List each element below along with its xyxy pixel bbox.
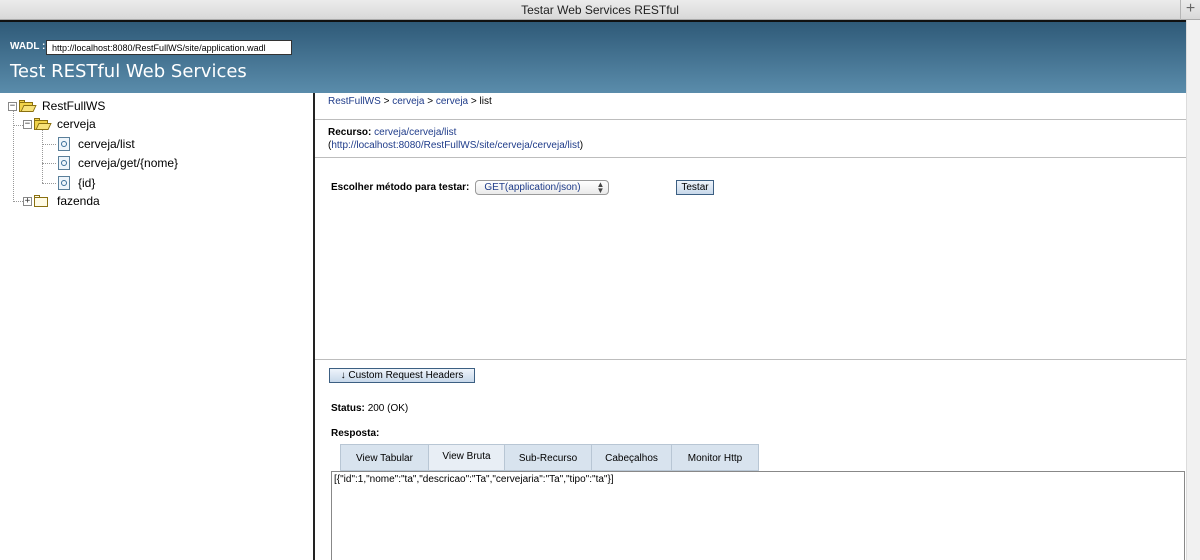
main-pane: RestFullWS > cerveja > cerveja > list Re… [315,93,1186,560]
tree-connector [13,125,23,126]
method-label: Escolher método para testar: [331,182,470,193]
method-row: Escolher método para testar: GET(applica… [331,180,610,195]
test-button[interactable]: Testar [676,180,714,195]
tree-node-label: cerveja [57,117,96,131]
tree-connector [13,201,23,202]
tree-leaf-cerveja-list[interactable]: cerveja/list [58,135,135,153]
tree-node-fazenda[interactable]: + fazenda [23,192,100,210]
breadcrumb-current: list [479,96,492,107]
tab-view-tabular[interactable]: View Tabular [340,444,429,471]
breadcrumb-separator: > [427,96,434,107]
tree-leaf-cerveja-get-nome[interactable]: cerveja/get/{nome} [58,154,178,172]
select-arrows-icon: ▲ ▼ [596,180,605,195]
resource-label: Recurso: [328,127,372,138]
breadcrumb-separator: > [470,96,477,107]
tab-sub-recurso[interactable]: Sub-Recurso [504,444,592,471]
breadcrumb-link-restfullws[interactable]: RestFullWS [328,96,381,107]
open-folder-icon [34,117,52,130]
separator-line [315,359,1186,360]
status-value: 200 (OK) [367,403,409,414]
tree-node-label: RestFullWS [42,99,106,113]
collapse-icon[interactable]: − [8,101,17,111]
resource-info: Recurso: cerveja/cerveja/list (http://lo… [328,126,583,152]
tree-node-label: fazenda [57,194,100,208]
status-label: Status: [331,403,365,414]
separator-line [315,157,1186,158]
tree-connector [42,183,56,184]
tab-cabecalhos[interactable]: Cabeçalhos [591,444,672,471]
resource-document-icon [58,137,70,151]
window-title: Testar Web Services RESTful [521,3,679,17]
tree-connector [42,144,56,145]
wadl-url-input[interactable] [46,40,292,55]
breadcrumb-link-cerveja-2[interactable]: cerveja [436,96,468,107]
app-title: Test RESTful Web Services [10,61,247,82]
resource-document-icon [58,156,70,170]
resource-url-link[interactable]: http://localhost:8080/RestFullWS/site/ce… [331,140,579,151]
method-select[interactable]: GET(application/json) ▲ ▼ [475,180,610,195]
tree-leaf-id[interactable]: {id} [58,174,95,192]
window-titlebar: Testar Web Services RESTful + [0,0,1200,20]
tree-node-restfullws[interactable]: − RestFullWS [8,97,105,115]
tree-connector [42,163,56,164]
status-line: Status: 200 (OK) [331,403,408,414]
response-body-textarea[interactable]: [{"id":1,"nome":"ta","descricao":"Ta","c… [331,471,1185,560]
breadcrumb-link-cerveja[interactable]: cerveja [392,96,424,107]
method-selected-value: GET(application/json) [484,182,581,193]
resource-path-link[interactable]: cerveja/cerveja/list [374,127,456,138]
tree-connector [42,130,43,183]
tree-node-label: {id} [78,176,96,190]
closed-folder-icon [34,194,50,207]
vertical-scrollbar[interactable] [1186,20,1200,560]
tab-monitor-http[interactable]: Monitor Http [671,444,759,471]
expand-icon[interactable]: + [23,196,32,206]
resource-document-icon [58,176,70,190]
response-tabs: View Tabular View Bruta Sub-Recurso Cabe… [340,444,759,471]
response-label: Resposta: [331,428,380,439]
close-paren: ) [579,140,584,151]
wadl-label: WADL : [10,41,46,52]
collapse-icon[interactable]: − [23,119,32,129]
tree-node-cerveja[interactable]: − cerveja [23,115,96,133]
tree-node-label: cerveja/list [78,137,135,151]
app-header: WADL : Test RESTful Web Services [0,20,1186,93]
tree-node-label: cerveja/get/{nome} [78,156,179,170]
resource-tree: − RestFullWS − cerveja cerveja/list cerv… [0,93,313,560]
breadcrumb-separator: > [383,96,390,107]
breadcrumb: RestFullWS > cerveja > cerveja > list [328,96,492,107]
tab-view-bruta[interactable]: View Bruta [428,444,505,471]
custom-request-headers-button[interactable]: ↓ Custom Request Headers [329,368,475,383]
separator-line [315,119,1186,120]
new-tab-plus-icon[interactable]: + [1180,0,1200,20]
tree-connector [13,110,14,202]
open-folder-icon [19,99,37,112]
